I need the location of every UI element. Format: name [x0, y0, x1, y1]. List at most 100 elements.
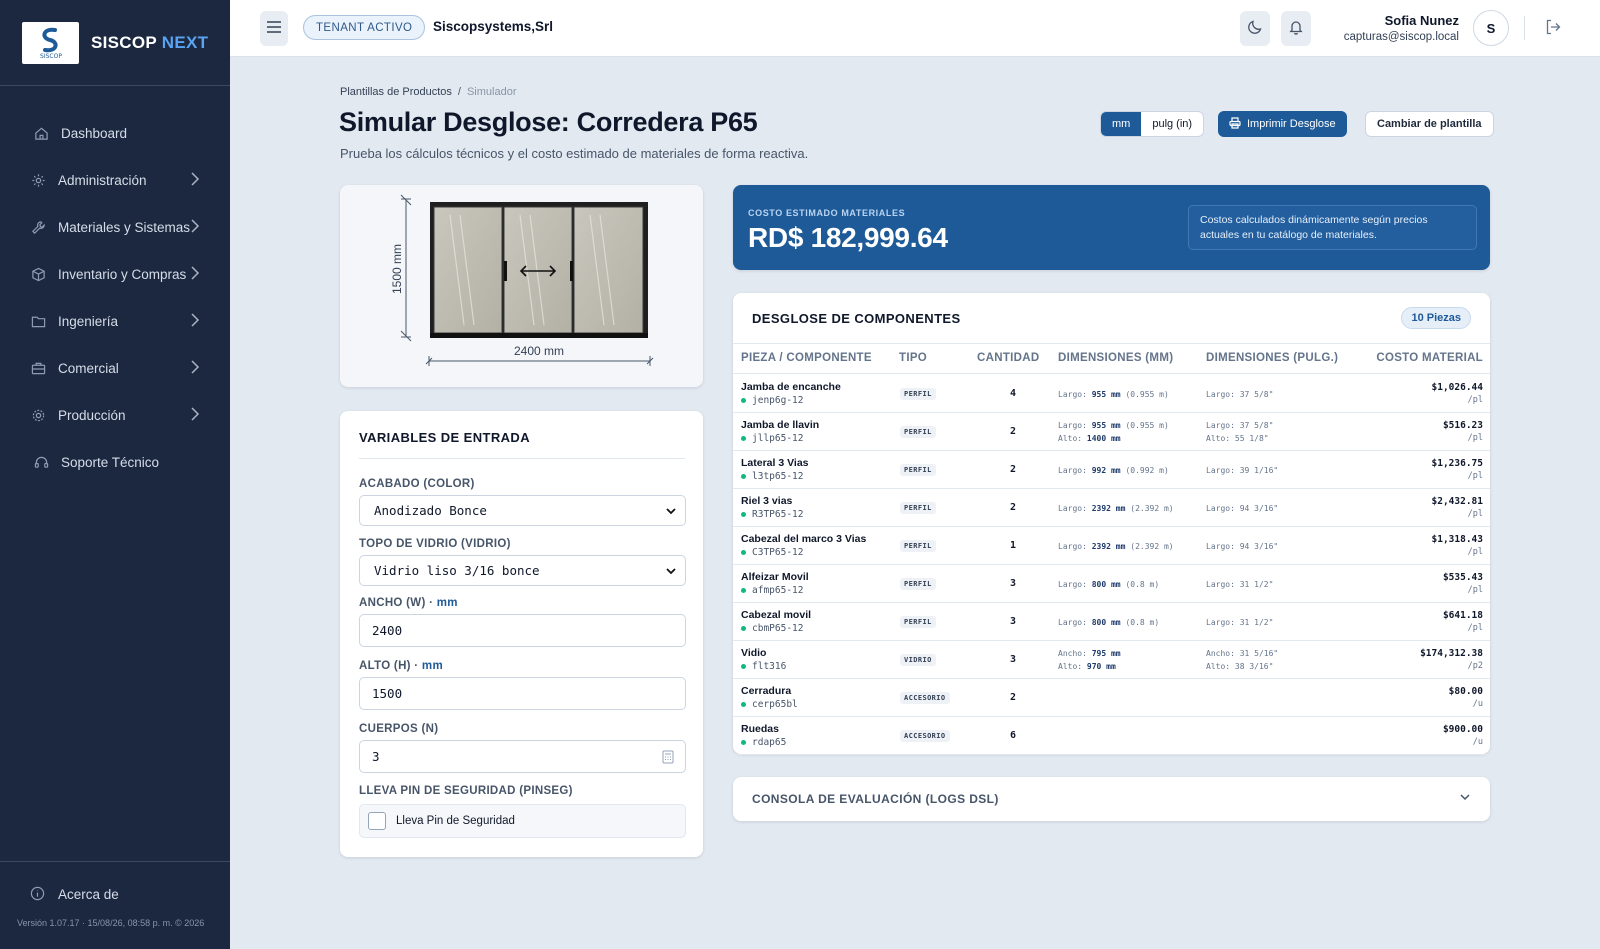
status-dot	[741, 512, 746, 517]
dimension-mm-line: Largo: 955 mm (0.955 m)	[1058, 388, 1169, 401]
dimension-mm-line: Largo: 992 mm (0.992 m)	[1058, 464, 1169, 477]
type-badge: PERFIL	[900, 388, 936, 400]
about-link[interactable]: Acerca de	[0, 886, 230, 902]
dimension-mm-line: Ancho: 795 mm	[1058, 647, 1121, 660]
vidrio-select[interactable]: Vidrio liso 3/16 bonce	[359, 555, 686, 586]
component-code: jllp65-12	[741, 433, 803, 444]
table-row[interactable]: Cerradura cerp65bl ACCESORIO 2 $80.00/u	[733, 679, 1490, 717]
pin-checkbox-row[interactable]: Lleva Pin de Seguridad	[359, 804, 686, 838]
table-row[interactable]: Cabezal movil cbmP65-12 PERFIL 3 Largo: 800 …	[733, 603, 1490, 641]
avatar[interactable]: S	[1473, 10, 1509, 46]
dimension-key: Ancho:	[1058, 649, 1092, 658]
component-code: C3TP65-12	[741, 547, 803, 558]
dimension-extra: (0.8 m)	[1120, 618, 1160, 627]
material-cost-value: $535.43	[1442, 572, 1483, 583]
dimension-in-line: Largo: 31 1/2"	[1206, 580, 1274, 589]
table-row[interactable]: Cabezal del marco 3 Vias C3TP65-12 PERFIL 1…	[733, 527, 1490, 565]
sidebar-item-dashboard[interactable]: Dashboard	[0, 110, 230, 157]
theme-toggle-button[interactable]	[1240, 11, 1270, 46]
component-code-text: l3tp65-12	[752, 471, 804, 482]
breadcrumb-link[interactable]: Plantillas de Productos	[340, 86, 452, 98]
table-row[interactable]: Riel 3 vias R3TP65-12 PERFIL 2 Largo: 2392 m…	[733, 489, 1490, 527]
cost-label: COSTO ESTIMADO MATERIALES	[748, 208, 906, 218]
notifications-button[interactable]	[1281, 11, 1311, 46]
table-row[interactable]: Alfeizar Movil afmp65-12 PERFIL 3 Largo: 800…	[733, 565, 1490, 603]
dimension-key: Largo:	[1058, 421, 1092, 430]
dimension-extra: (0.955 m)	[1120, 390, 1169, 399]
cuerpos-input[interactable]: 3	[359, 740, 686, 773]
material-cost-unit: /pl	[1467, 471, 1483, 481]
console-title: CONSOLA DE EVALUACIÓN (LOGS DSL)	[752, 792, 999, 806]
component-name: Lateral 3 Vias	[741, 457, 809, 469]
table-row[interactable]: Ruedas rdap65 ACCESORIO 6 $900.00/u	[733, 717, 1490, 755]
sidebar-item-comercial[interactable]: Comercial	[0, 345, 230, 392]
sidebar-item-ingenieria[interactable]: Ingeniería	[0, 298, 230, 345]
dimension-in-line: Largo: 37 5/8"	[1206, 390, 1274, 399]
material-cost-unit: /u	[1472, 737, 1483, 747]
briefcase-icon	[30, 361, 46, 377]
evaluation-console[interactable]: CONSOLA DE EVALUACIÓN (LOGS DSL)	[733, 777, 1490, 821]
alto-label: ALTO (H) · mm	[359, 660, 443, 672]
cuerpos-value: 3	[372, 749, 380, 764]
sidebar-item-materiales[interactable]: Materiales y Sistemas	[0, 204, 230, 251]
sidebar-item-produccion[interactable]: Producción	[0, 392, 230, 439]
brand[interactable]: SISCOP SISCOP NEXT	[0, 0, 230, 86]
status-dot	[741, 550, 746, 555]
type-badge: PERFIL	[900, 464, 936, 476]
status-dot	[741, 740, 746, 745]
sidebar-item-label: Ingeniería	[58, 314, 119, 329]
material-cost-value: $516.23	[1442, 420, 1483, 431]
table-row[interactable]: Lateral 3 Vias l3tp65-12 PERFIL 2 Largo: 992…	[733, 451, 1490, 489]
table-header: PIEZA / COMPONENTE TIPO CANTIDAD DIMENSI…	[733, 343, 1490, 374]
dimension-key: Alto:	[1058, 662, 1087, 671]
component-name: Alfeizar Movil	[741, 571, 809, 583]
dimensions-mm: Largo: 2392 mm (2.392 m)	[1058, 540, 1174, 553]
chevron-right-icon	[190, 266, 200, 283]
box-icon	[30, 267, 46, 283]
sidebar-nav: Dashboard Administración Materiales y Si…	[0, 110, 230, 486]
chevron-right-icon	[190, 313, 200, 330]
ancho-unit: mm	[436, 597, 458, 609]
material-cost-value: $80.00	[1448, 686, 1483, 697]
material-cost-value: $900.00	[1442, 724, 1483, 735]
unit-mm-button[interactable]: mm	[1101, 112, 1142, 136]
acabado-select[interactable]: Anodizado Bonce	[359, 495, 686, 526]
component-name: Cabezal del marco 3 Vias	[741, 533, 867, 545]
sidebar-item-soporte[interactable]: Soporte Técnico	[0, 439, 230, 486]
quantity: 3	[1009, 654, 1017, 665]
material-cost-value: $1,026.44	[1431, 382, 1483, 393]
sidebar-item-administracion[interactable]: Administración	[0, 157, 230, 204]
dimensions-in: Ancho: 31 5/16" Alto: 38 3/16"	[1206, 647, 1278, 673]
ancho-input[interactable]: 2400	[359, 614, 686, 647]
section-title: VARIABLES DE ENTRADA	[359, 430, 530, 445]
dimension-value: 970 mm	[1086, 662, 1116, 671]
dimensions-in: Largo: 31 1/2"	[1206, 578, 1273, 591]
change-template-button[interactable]: Cambiar de plantilla	[1365, 111, 1494, 137]
type-badge: PERFIL	[900, 616, 936, 628]
material-cost: $174,312.38/p2	[1420, 647, 1483, 673]
menu-toggle-button[interactable]	[260, 11, 288, 46]
acabado-value: Anodizado Bonce	[374, 503, 487, 518]
sidebar-item-inventario[interactable]: Inventario y Compras	[0, 251, 230, 298]
table-row[interactable]: Jamba de encanche jenp6g-12 PERFIL 4 Largo: …	[733, 375, 1490, 413]
about-label: Acerca de	[58, 886, 119, 902]
tenant-badge: TENANT ACTIVO	[303, 15, 426, 40]
alto-input[interactable]: 1500	[359, 677, 686, 710]
material-cost: $2,432.81/pl	[1432, 495, 1483, 521]
chevron-down-icon	[1459, 791, 1471, 806]
material-cost-value: $641.18	[1442, 610, 1483, 621]
dimensions-mm: Largo: 992 mm (0.992 m)	[1058, 464, 1169, 477]
dimension-mm-line: Alto: 970 mm	[1058, 660, 1121, 673]
user-info[interactable]: Sofia Nunez capturas@siscop.local	[1313, 13, 1459, 43]
material-cost: $80.00/u	[1449, 685, 1483, 711]
column-header: PIEZA / COMPONENTE	[741, 352, 872, 364]
input-variables-card: VARIABLES DE ENTRADA ACABADO (COLOR) Ano…	[340, 411, 703, 857]
unit-in-button[interactable]: pulg (in)	[1141, 112, 1203, 136]
breadcrumb: Plantillas de Productos / Simulador	[340, 86, 517, 98]
table-row[interactable]: Jamba de llavin jllp65-12 PERFIL 2 Largo: 95…	[733, 413, 1490, 451]
table-row[interactable]: Vidio flt316 VIDRIO 3 Ancho: 795 mm Alto: 970…	[733, 641, 1490, 679]
logout-button[interactable]	[1544, 18, 1562, 39]
print-button[interactable]: Imprimir Desglose	[1218, 111, 1347, 137]
pin-checkbox[interactable]	[368, 812, 386, 830]
dimension-value: 2392 mm	[1091, 542, 1126, 551]
